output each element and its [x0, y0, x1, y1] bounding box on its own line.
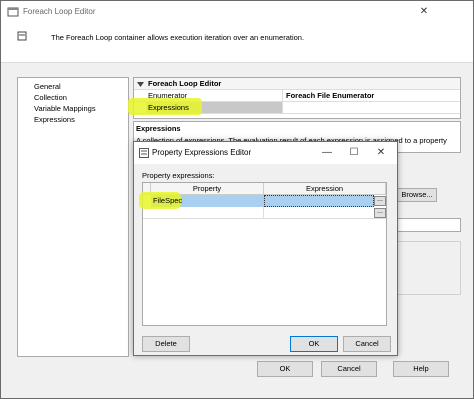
ok-button[interactable]: OK: [257, 361, 313, 377]
app-icon: [7, 6, 19, 17]
dialog-title: Property Expressions Editor: [152, 148, 252, 157]
property-expressions-editor-dialog: Property Expressions Editor — ☐ ✕ Proper…: [133, 141, 398, 356]
grid-divider: [282, 90, 283, 102]
expression-builder-button[interactable]: ...: [374, 196, 386, 206]
window-title: Foreach Loop Editor: [23, 7, 96, 16]
browse-button[interactable]: Browse...: [397, 188, 437, 202]
property-expressions-table: Property Expression FileSpec ... ...: [139, 182, 387, 326]
grid-row-expressions[interactable]: Expressions: [128, 98, 460, 115]
grid-category-header[interactable]: Foreach Loop Editor: [134, 78, 460, 90]
cancel-button[interactable]: Cancel: [343, 336, 391, 352]
column-header-expression: Expression: [264, 183, 386, 195]
grid-row-label: Expressions: [148, 103, 189, 112]
dialog-title-bar: Property Expressions Editor — ☐ ✕: [134, 142, 397, 164]
nav-item-variable-mappings[interactable]: Variable Mappings: [34, 104, 96, 113]
close-icon[interactable]: ✕: [369, 145, 393, 161]
left-nav: General Collection Variable Mappings Exp…: [17, 77, 129, 357]
nav-item-general[interactable]: General: [34, 82, 61, 91]
container-icon: [17, 31, 27, 41]
property-value: FileSpec: [153, 196, 183, 205]
folder-field[interactable]: [397, 218, 461, 232]
maximize-icon[interactable]: ☐: [342, 145, 366, 161]
close-icon[interactable]: ✕: [412, 4, 436, 20]
files-panel: [397, 241, 461, 295]
expression-builder-button[interactable]: ...: [374, 208, 386, 218]
expression-cell[interactable]: [264, 207, 374, 219]
description-banner: The Foreach Loop container allows execut…: [1, 23, 473, 63]
description-text: The Foreach Loop container allows execut…: [51, 33, 305, 42]
nav-item-expressions[interactable]: Expressions: [34, 115, 75, 124]
grid-row-value: Foreach File Enumerator: [286, 91, 375, 100]
property-expressions-label: Property expressions:: [142, 171, 215, 180]
ok-button[interactable]: OK: [290, 336, 338, 352]
help-button[interactable]: Help: [393, 361, 449, 377]
property-description-title: Expressions: [136, 124, 181, 133]
nav-item-collection[interactable]: Collection: [34, 93, 67, 102]
window-title-bar: Foreach Loop Editor ✕: [1, 1, 473, 23]
grid-category-title: Foreach Loop Editor: [148, 79, 222, 88]
expression-cell[interactable]: [264, 195, 374, 207]
minimize-icon[interactable]: —: [315, 145, 339, 161]
property-grid: Foreach Loop Editor Enumerator Foreach F…: [128, 77, 461, 119]
table-row[interactable]: FileSpec ...: [139, 192, 386, 209]
dialog-icon: [139, 148, 149, 158]
collapse-icon[interactable]: [137, 81, 144, 90]
table-row[interactable]: ...: [143, 207, 386, 219]
grid-divider: [282, 102, 283, 114]
delete-button[interactable]: Delete: [142, 336, 190, 352]
cancel-button[interactable]: Cancel: [321, 361, 377, 377]
property-cell[interactable]: [151, 207, 264, 219]
